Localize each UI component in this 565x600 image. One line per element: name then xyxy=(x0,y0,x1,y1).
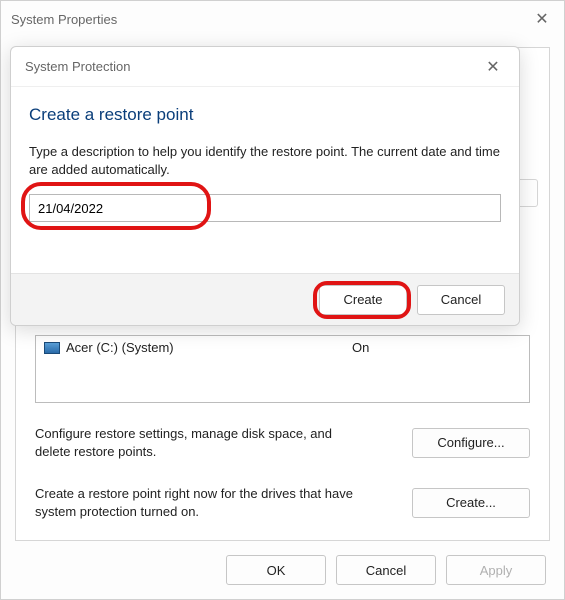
dialog-bottom-buttons: OK Cancel Apply xyxy=(226,555,546,585)
drive-row[interactable]: Acer (C:) (System) On xyxy=(44,340,521,355)
create-description: Create a restore point right now for the… xyxy=(35,485,355,520)
drive-name: Acer (C:) (System) xyxy=(66,340,346,355)
configure-button[interactable]: Configure... xyxy=(412,428,530,458)
configure-row: Configure restore settings, manage disk … xyxy=(35,425,530,460)
close-icon[interactable]: ✕ xyxy=(530,9,554,29)
dialog-description: Type a description to help you identify … xyxy=(29,143,501,178)
close-icon[interactable]: ✕ xyxy=(481,57,505,77)
dialog-heading: Create a restore point xyxy=(29,105,501,125)
protection-drives-listbox[interactable]: Acer (C:) (System) On xyxy=(35,335,530,403)
system-protection-dialog: System Protection ✕ Create a restore poi… xyxy=(10,46,520,326)
drive-icon xyxy=(44,342,60,354)
cancel-button[interactable]: Cancel xyxy=(417,285,505,315)
drive-protection-status: On xyxy=(352,340,369,355)
cancel-button[interactable]: Cancel xyxy=(336,555,436,585)
configure-description: Configure restore settings, manage disk … xyxy=(35,425,355,460)
input-wrapper xyxy=(29,194,501,222)
ok-button[interactable]: OK xyxy=(226,555,326,585)
apply-button[interactable]: Apply xyxy=(446,555,546,585)
create-row: Create a restore point right now for the… xyxy=(35,485,530,520)
inner-footer: Create Cancel xyxy=(11,273,519,325)
outer-titlebar: System Properties ✕ xyxy=(1,1,564,37)
create-restore-point-button[interactable]: Create... xyxy=(412,488,530,518)
outer-window-title: System Properties xyxy=(11,12,117,27)
inner-window-title: System Protection xyxy=(25,59,131,74)
inner-body: Create a restore point Type a descriptio… xyxy=(11,87,519,222)
restore-point-description-input[interactable] xyxy=(29,194,501,222)
create-button[interactable]: Create xyxy=(319,285,407,315)
inner-titlebar: System Protection ✕ xyxy=(11,47,519,87)
